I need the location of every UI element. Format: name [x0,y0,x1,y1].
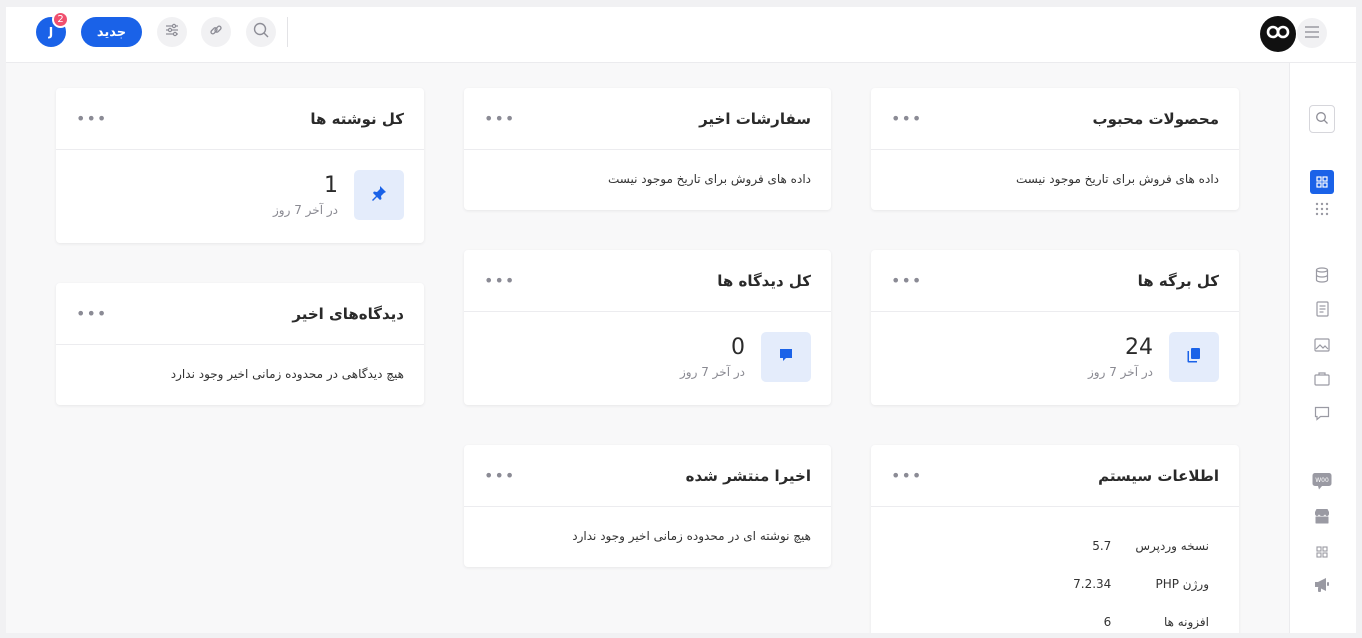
pages-copy-icon [1186,347,1202,367]
more-options-icon[interactable]: ••• [891,467,922,484]
info-row-php: ورژن PHP 7.2.34 [987,565,1209,603]
avatar-letter: J [48,25,54,39]
stat-period: در آخر 7 روز [1088,365,1153,379]
infinity-logo-icon [1265,24,1291,44]
sliders-icon [164,22,180,42]
sidebar-item-database[interactable] [1310,265,1334,289]
recently-published-card: اخیرا منتشر شده ••• هیچ نوشته ای در محدو… [464,445,831,567]
brand-logo[interactable] [1260,16,1296,52]
top-bar: J 2 جدید [6,7,1356,63]
chat-bubble-icon [1314,406,1330,425]
total-pages-card: کل برگه ها ••• 24 در آخر 7 روز [871,250,1239,405]
sidebar-item-pages[interactable] [1310,299,1334,323]
card-header: اخیرا منتشر شده ••• [464,445,831,507]
recent-comments-card: دیدگاه‌های اخیر ••• هیچ دیدگاهی در محدود… [56,283,424,405]
info-value: 7.2.34 [1073,577,1112,591]
card-header: اطلاعات سیستم ••• [871,445,1239,507]
sidebar-item-woo[interactable]: W00 [1310,471,1334,495]
hamburger-icon [1304,24,1320,43]
apps-dots-icon [1315,201,1329,220]
toolbar-divider [287,17,288,47]
woo-commerce-icon: W00 [1312,472,1332,494]
card-title: کل نوشته ها [310,109,404,128]
total-posts-card: کل نوشته ها ••• 1 در آخر 7 روز [56,88,424,243]
info-row-plugins: افزونه ها 6 [987,603,1209,633]
card-title: کل برگه ها [1137,271,1219,290]
empty-message: هیچ دیدگاهی در محدوده زمانی اخیر وجود ند… [170,367,404,381]
more-options-icon[interactable]: ••• [891,272,922,289]
sidebar-item-comments[interactable] [1310,403,1334,427]
info-value: 6 [1103,615,1112,629]
card-header: کل برگه ها ••• [871,250,1239,312]
dashboard-frame: J 2 جدید W00 محصولات محبوب ••• داده های … [6,7,1356,633]
database-icon [1315,267,1329,287]
card-header: کل نوشته ها ••• [56,88,424,150]
sidebar-item-store[interactable] [1310,506,1334,530]
stat-period: در آخر 7 روز [273,203,338,217]
sidebar-item-media[interactable] [1310,334,1334,358]
sidebar-item-dashboard[interactable] [1310,170,1334,194]
notification-badge: 2 [52,11,69,28]
hamburger-menu-button[interactable] [1297,18,1327,48]
info-label: نسخه وردپرس [1135,539,1209,553]
sidebar-item-blocks[interactable] [1310,540,1334,564]
info-label: ورژن PHP [1155,577,1209,591]
card-title: اخیرا منتشر شده [685,466,811,485]
card-header: کل دیدگاه ها ••• [464,250,831,312]
stat-value: 0 [731,335,745,360]
store-icon [1313,507,1331,529]
empty-message: داده های فروش برای تاریخ موجود نیست [608,172,811,186]
total-comments-card: کل دیدگاه ها ••• 0 در آخر 7 روز [464,250,831,405]
sidebar-search-button[interactable] [1309,105,1335,133]
stat-value: 24 [1125,335,1153,360]
card-title: دیدگاه‌های اخیر [292,304,404,323]
stat-icon-box [1169,332,1219,382]
comment-icon [778,347,794,367]
new-button[interactable]: جدید [81,17,142,47]
sidebar-item-marketing[interactable] [1310,575,1334,599]
more-options-icon[interactable]: ••• [484,467,515,484]
card-title: کل دیدگاه ها [717,271,811,290]
link-button[interactable] [201,17,231,47]
card-title: اطلاعات سیستم [1098,466,1219,485]
card-title: محصولات محبوب [1092,109,1219,128]
stat-icon-box [354,170,404,220]
card-title: سفارشات اخیر [699,109,811,128]
stat-value: 1 [324,173,338,198]
info-label: افزونه ها [1163,615,1209,629]
more-options-icon[interactable]: ••• [76,305,107,322]
blocks-grid-icon [1316,543,1328,562]
dashboard-grid-icon [1316,173,1328,192]
empty-message: هیچ نوشته ای در محدوده زمانی اخیر وجود ن… [572,529,811,543]
empty-message: داده های فروش برای تاریخ موجود نیست [1016,172,1219,186]
card-header: دیدگاه‌های اخیر ••• [56,283,424,345]
stat-period: در آخر 7 روز [680,365,745,379]
info-row-wordpress: نسخه وردپرس 5.7 [987,527,1209,565]
more-options-icon[interactable]: ••• [484,110,515,127]
more-options-icon[interactable]: ••• [484,272,515,289]
link-icon [208,22,224,42]
right-sidebar: W00 [1289,63,1356,633]
more-options-icon[interactable]: ••• [891,110,922,127]
stat-icon-box [761,332,811,382]
filter-button[interactable] [157,17,187,47]
megaphone-icon [1313,576,1331,598]
card-header: محصولات محبوب ••• [871,88,1239,150]
card-header: سفارشات اخیر ••• [464,88,831,150]
image-icon [1314,337,1330,356]
search-button[interactable] [246,17,276,47]
search-icon [252,21,270,43]
pin-icon [371,185,387,205]
system-info-rows: نسخه وردپرس 5.7 ورژن PHP 7.2.34 افزونه ه… [987,527,1209,633]
info-value: 5.7 [1092,539,1112,553]
popular-products-card: محصولات محبوب ••• داده های فروش برای تار… [871,88,1239,210]
sidebar-item-apps[interactable] [1310,198,1334,222]
briefcase-icon [1314,371,1330,390]
search-icon [1315,110,1329,129]
svg-text:W00: W00 [1315,477,1329,484]
sidebar-item-products[interactable] [1310,368,1334,392]
document-icon [1315,301,1329,321]
more-options-icon[interactable]: ••• [76,110,107,127]
recent-orders-card: سفارشات اخیر ••• داده های فروش برای تاری… [464,88,831,210]
